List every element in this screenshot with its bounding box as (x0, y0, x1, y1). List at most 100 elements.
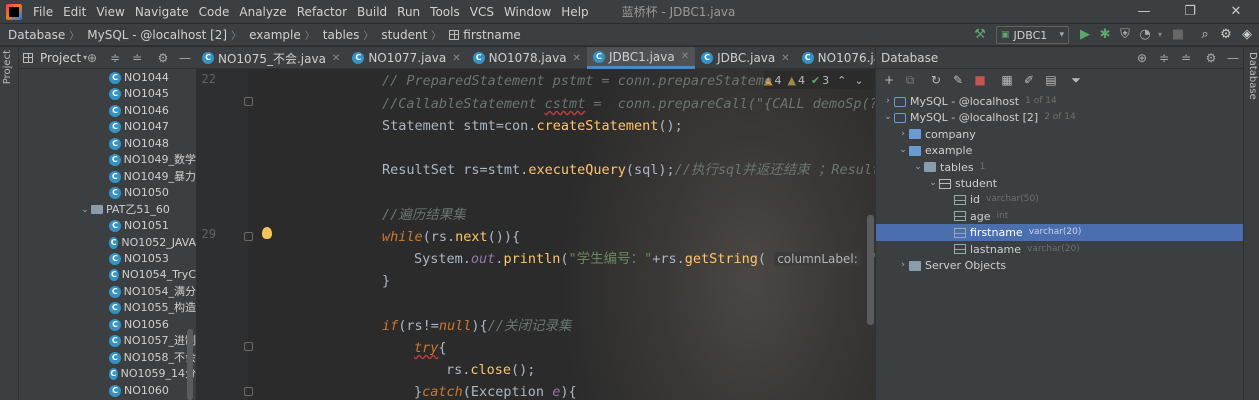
db-properties-icon[interactable]: ✎ (951, 73, 965, 87)
menu-help[interactable]: Help (556, 0, 593, 24)
expand-arrow-icon[interactable]: › (897, 257, 909, 274)
next-highlight-icon[interactable]: ⌄ (854, 74, 863, 87)
expand-arrow-icon[interactable]: › (882, 93, 894, 110)
db-tree-item-col[interactable]: id varchar(50) (876, 191, 1244, 208)
db-tree-item-schema[interactable]: ⌄ example (876, 142, 1244, 159)
db-tree-item-schema[interactable]: › company (876, 126, 1244, 143)
fold-marker-icon[interactable] (244, 387, 253, 396)
expand-arrow-icon[interactable]: ⌄ (912, 159, 924, 176)
menu-analyze[interactable]: Analyze (234, 0, 291, 24)
breadcrumb-schema[interactable]: example 〉 (241, 27, 315, 43)
plugins-icon[interactable]: ◈ (1239, 27, 1255, 43)
editor-scrollbar[interactable] (867, 215, 874, 325)
debug-icon[interactable]: ✱ (1097, 27, 1113, 43)
tree-class-file[interactable]: C NO1057_进制 (109, 333, 196, 349)
build-hammer-icon[interactable]: ⚒ (972, 27, 988, 43)
tree-class-file[interactable]: C NO1044 (109, 70, 196, 86)
expand-arrow-icon[interactable]: ⌄ (79, 202, 91, 218)
close-window-button[interactable]: ✕ (1213, 0, 1259, 24)
db-tree-item-conn[interactable]: › MySQL - @localhost 1 of 14 (876, 93, 1244, 110)
tree-class-file[interactable]: C NO1060 (109, 383, 196, 399)
tree-class-file[interactable]: C NO1052_JAVA (109, 235, 196, 251)
refresh-icon[interactable]: ↻ (929, 73, 943, 87)
tree-class-file[interactable]: C NO1051 (109, 218, 196, 234)
stop-icon[interactable]: ■ (1170, 27, 1186, 43)
filter-icon[interactable]: ⏷ (1069, 73, 1083, 87)
tab-no1077[interactable]: C NO1077.java ✕ (346, 47, 466, 69)
tree-class-file[interactable]: C NO1056 (109, 317, 196, 333)
expand-arrow-icon[interactable]: ⌄ (882, 109, 894, 126)
tab-jdbc[interactable]: C JDBC.java ✕ (695, 47, 796, 69)
settings-gear-icon[interactable]: ⚙ (1218, 27, 1234, 43)
hide-panel-icon[interactable]: — (177, 50, 193, 66)
db-tree-item-col[interactable]: age int (876, 208, 1244, 225)
expand-arrow-icon[interactable]: ⌄ (897, 142, 909, 159)
tab-no1075[interactable]: C NO1075_不会.java ✕ (196, 47, 346, 69)
tree-class-file[interactable]: C NO1045 (109, 86, 196, 102)
db-tree-item-col[interactable]: firstname varchar(20) (876, 224, 1244, 242)
more-run-chevron-icon[interactable]: ▾ (1152, 27, 1168, 43)
lightbulb-icon[interactable] (262, 227, 272, 239)
fold-marker-icon[interactable] (244, 232, 253, 241)
tree-class-file[interactable]: C NO1053 (109, 251, 196, 267)
db-tree-item-conn[interactable]: ⌄ MySQL - @localhost [2] 2 of 14 (876, 109, 1244, 126)
menu-code[interactable]: Code (194, 0, 235, 24)
restore-button[interactable]: ❐ (1167, 0, 1213, 24)
database-tool-window-button[interactable]: Database (1245, 52, 1258, 100)
breadcrumb-table[interactable]: student 〉 (373, 27, 441, 43)
tree-class-file[interactable]: C NO1058_不会 (109, 350, 196, 366)
close-tab-icon[interactable]: ✕ (781, 53, 789, 64)
duplicate-icon[interactable]: ⧉ (903, 73, 917, 87)
expand-all-icon[interactable]: ≑ (107, 50, 123, 66)
tree-class-file[interactable]: C NO1048 (109, 136, 196, 152)
tree-class-file[interactable]: C NO1050 (109, 185, 196, 201)
add-icon[interactable]: + (882, 73, 896, 87)
query-console-icon[interactable]: ▤ (1044, 73, 1058, 87)
tab-jdbc1[interactable]: C JDBC1.java ✕ (586, 47, 696, 69)
menu-refactor[interactable]: Refactor (292, 0, 352, 24)
inspection-widget[interactable]: ▲ 4 ▲ 4 ✔ 3 ⌃ ⌄ (764, 71, 872, 89)
fold-marker-icon[interactable] (244, 342, 253, 351)
settings-gear-icon[interactable]: ⚙ (1203, 50, 1219, 66)
breadcrumb-tables[interactable]: tables 〉 (315, 27, 374, 43)
locate-icon[interactable]: ⊕ (1134, 50, 1150, 66)
settings-gear-icon[interactable]: ⚙ (155, 50, 171, 66)
fold-marker-icon[interactable] (244, 97, 253, 106)
close-tab-icon[interactable]: ✕ (452, 53, 460, 64)
menu-edit[interactable]: Edit (58, 0, 91, 24)
expand-arrow-icon[interactable]: › (897, 126, 909, 143)
project-view-selector[interactable]: Project (40, 51, 81, 65)
collapse-all-icon[interactable]: ≐ (129, 50, 145, 66)
menu-build[interactable]: Build (352, 0, 392, 24)
breadcrumb-connection[interactable]: MySQL - @localhost [2] 〉 (79, 27, 241, 43)
tree-class-file[interactable]: C NO1059_14分 (109, 366, 196, 382)
breadcrumb-database[interactable]: Database 〉 (0, 27, 79, 43)
locate-file-icon[interactable]: ⊕ (84, 50, 100, 66)
project-tool-window-button[interactable]: Project (2, 50, 17, 84)
tree-class-file[interactable]: C NO1047 (109, 119, 196, 135)
tree-class-file[interactable]: C NO1054_TryC (109, 267, 196, 283)
previous-highlight-icon[interactable]: ⌃ (837, 74, 846, 87)
table-editor-icon[interactable]: ▦ (1000, 73, 1014, 87)
hide-panel-icon[interactable]: — (1225, 50, 1241, 66)
run-configuration-select[interactable]: ▣ JDBC1 ▾ (996, 26, 1069, 44)
collapse-all-icon[interactable]: ≐ (1178, 50, 1194, 66)
tree-class-file[interactable]: C NO1049_数学 (109, 152, 196, 168)
db-tree-item-col[interactable]: lastname varchar(20) (876, 241, 1244, 258)
coverage-icon[interactable]: ⛨ (1117, 27, 1133, 43)
db-tree-item-folder[interactable]: › Server Objects (876, 257, 1244, 274)
run-icon[interactable]: ▶ (1077, 27, 1093, 43)
db-tree-item-folder[interactable]: ⌄ tables 1 (876, 159, 1244, 176)
tree-class-file[interactable]: C NO1054_满分 (109, 284, 196, 300)
edit-icon[interactable]: ✐ (1022, 73, 1036, 87)
tree-folder[interactable]: ⌄ PAT乙51_60 (79, 202, 196, 218)
menu-window[interactable]: Window (499, 0, 556, 24)
disconnect-icon[interactable]: ■ (973, 73, 987, 87)
close-tab-icon[interactable]: ✕ (332, 53, 340, 64)
close-tab-icon[interactable]: ✕ (681, 51, 689, 62)
menu-file[interactable]: File (28, 0, 58, 24)
menu-vcs[interactable]: VCS (465, 0, 499, 24)
breadcrumb-column[interactable]: firstname (441, 28, 521, 42)
menu-run[interactable]: Run (392, 0, 425, 24)
search-icon[interactable]: ⌕ (1197, 27, 1213, 43)
